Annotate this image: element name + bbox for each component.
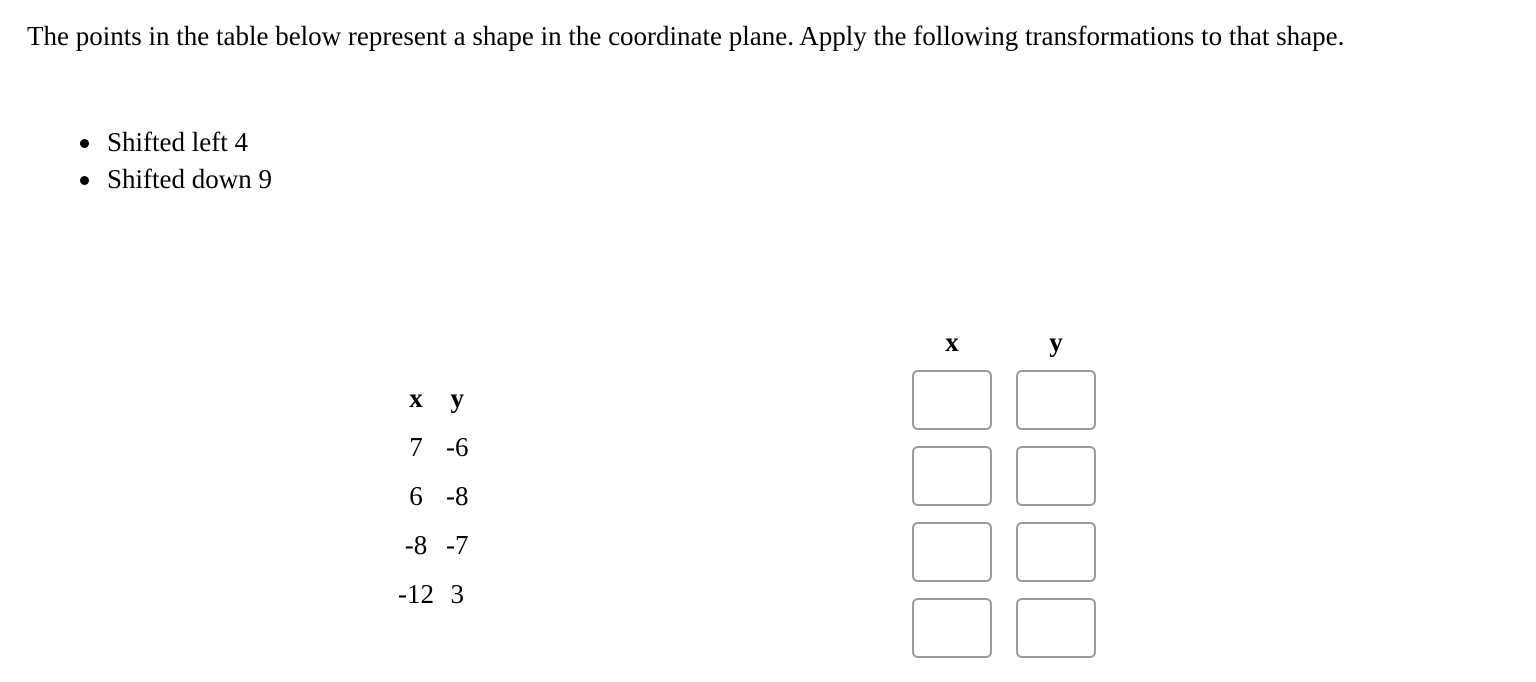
answer-column-header-y: y: [1049, 327, 1063, 357]
table-row: 7 -6: [392, 423, 475, 472]
y-value: -8: [446, 481, 469, 511]
y-value: -6: [446, 432, 469, 462]
answer-y-input-4[interactable]: [1016, 598, 1096, 658]
bullet-icon: [80, 176, 89, 185]
question-prompt: The points in the table below represent …: [27, 21, 1345, 51]
y-value: 3: [450, 579, 465, 609]
x-value: 6: [409, 481, 423, 511]
transformation-item: Shifted left 4: [80, 124, 272, 161]
table-row: 6 -8: [392, 472, 475, 521]
bullet-icon: [80, 139, 89, 148]
answer-row: [912, 446, 1120, 506]
column-header-x: x: [409, 383, 423, 413]
table-row: -12 3: [392, 570, 475, 619]
x-value: -8: [404, 530, 428, 560]
x-value: 7: [409, 432, 423, 462]
answer-table: x y: [912, 322, 1120, 674]
answer-row: [912, 598, 1120, 658]
x-value: -12: [398, 579, 434, 609]
answer-y-input-1[interactable]: [1016, 370, 1096, 430]
answer-x-input-3[interactable]: [912, 522, 992, 582]
answer-row: [912, 370, 1120, 430]
y-value: -7: [446, 530, 469, 560]
column-header-y: y: [450, 383, 465, 413]
given-points-table: x y 7 -6 6 -8 -8 -7 -12 3: [392, 374, 475, 619]
transformation-list: Shifted left 4 Shifted down 9: [80, 124, 272, 198]
answer-x-input-4[interactable]: [912, 598, 992, 658]
transformation-item: Shifted down 9: [80, 161, 272, 198]
answer-y-input-2[interactable]: [1016, 446, 1096, 506]
answer-column-header-x: x: [945, 327, 959, 357]
answer-x-input-1[interactable]: [912, 370, 992, 430]
answer-row: [912, 522, 1120, 582]
answer-y-input-3[interactable]: [1016, 522, 1096, 582]
answer-x-input-2[interactable]: [912, 446, 992, 506]
table-row: -8 -7: [392, 521, 475, 570]
